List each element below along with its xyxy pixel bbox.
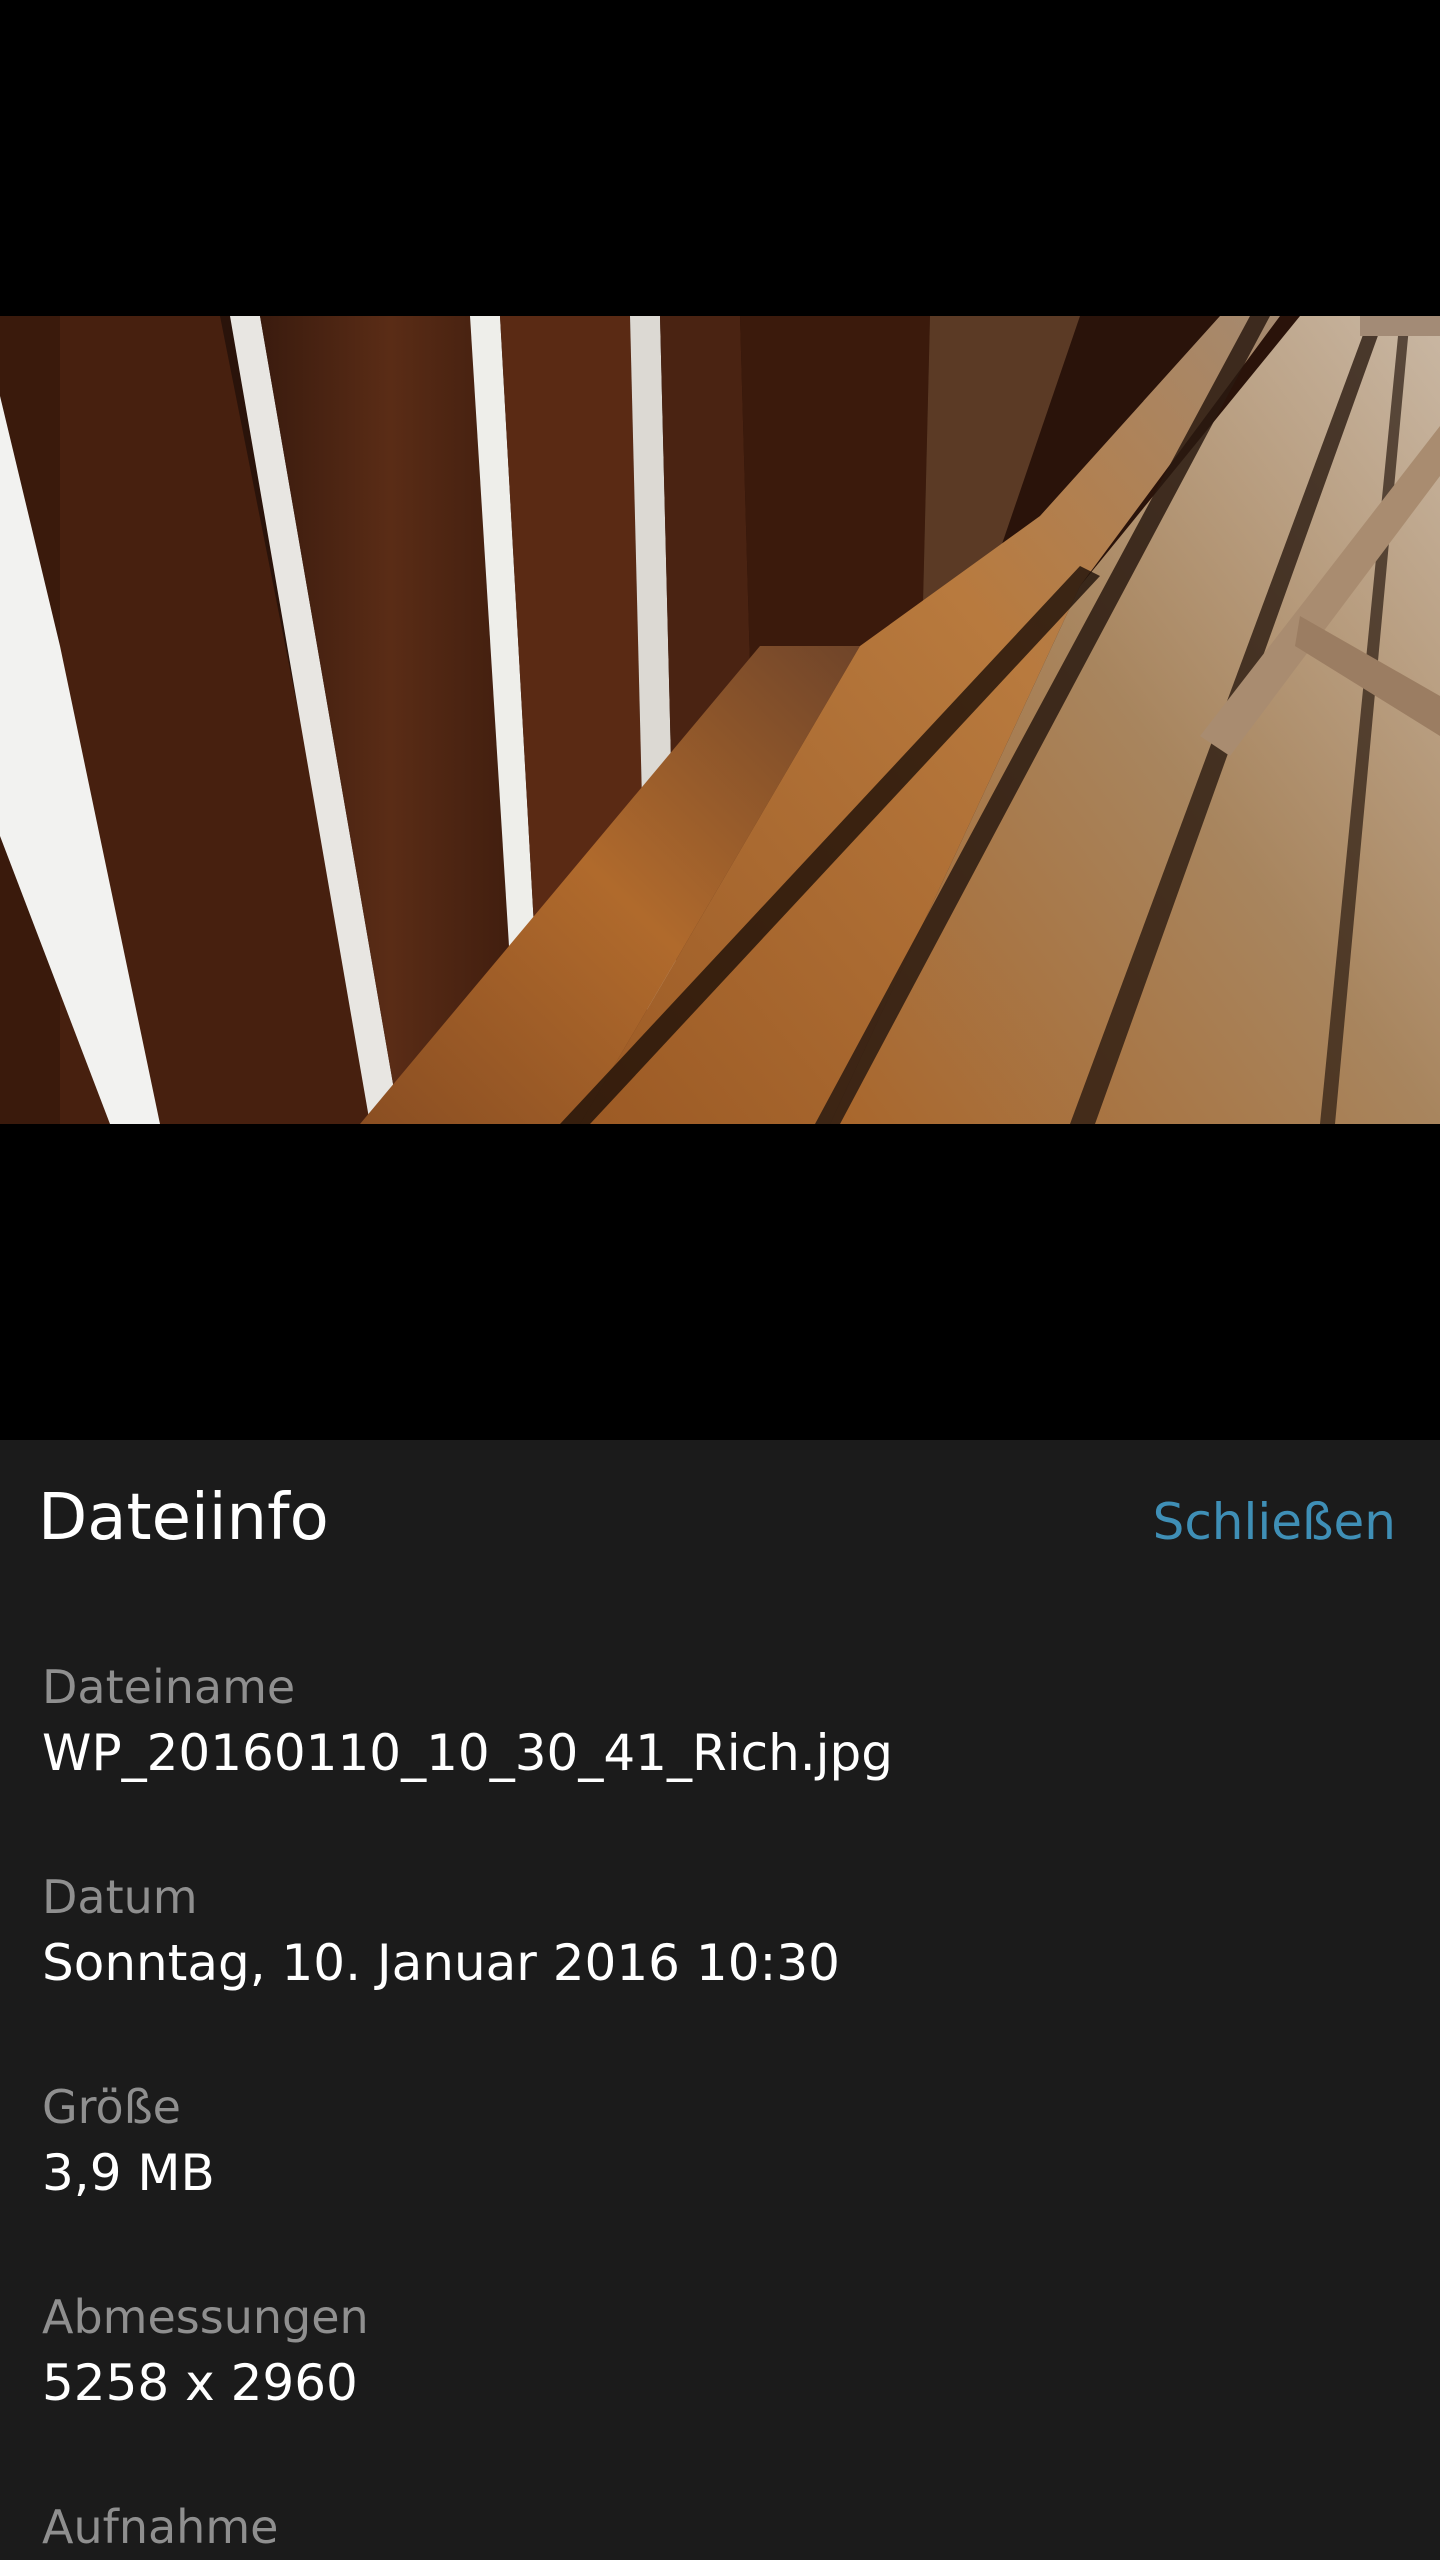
info-value: 5258 x 2960 — [42, 2354, 358, 2413]
info-value: Sonntag, 10. Januar 2016 10:30 — [42, 1934, 840, 1993]
panel-title: Dateiinfo — [38, 1481, 329, 1555]
info-label: Datum — [42, 1870, 198, 1924]
info-date: Datum Sonntag, 10. Januar 2016 10:30 — [42, 1870, 840, 1993]
info-label: Abmessungen — [42, 2290, 369, 2344]
info-value: WP_20160110_10_30_41_Rich.jpg — [42, 1724, 894, 1783]
info-label: Größe — [42, 2080, 181, 2134]
file-info-panel: Dateiinfo Schließen Dateiname WP_2016011… — [0, 1440, 1440, 2560]
info-size: Größe 3,9 MB — [42, 2080, 215, 2203]
info-label: Dateiname — [42, 1660, 296, 1714]
info-dimensions: Abmessungen 5258 x 2960 — [42, 2290, 369, 2413]
info-capture: Aufnahme — [42, 2500, 278, 2555]
photo-viewer — [0, 0, 1440, 1440]
close-button[interactable]: Schließen — [1153, 1492, 1396, 1552]
info-value: 3,9 MB — [42, 2144, 215, 2203]
info-filename: Dateiname WP_20160110_10_30_41_Rich.jpg — [42, 1660, 893, 1783]
photo-image — [0, 316, 1440, 1124]
info-label: Aufnahme — [42, 2500, 279, 2554]
